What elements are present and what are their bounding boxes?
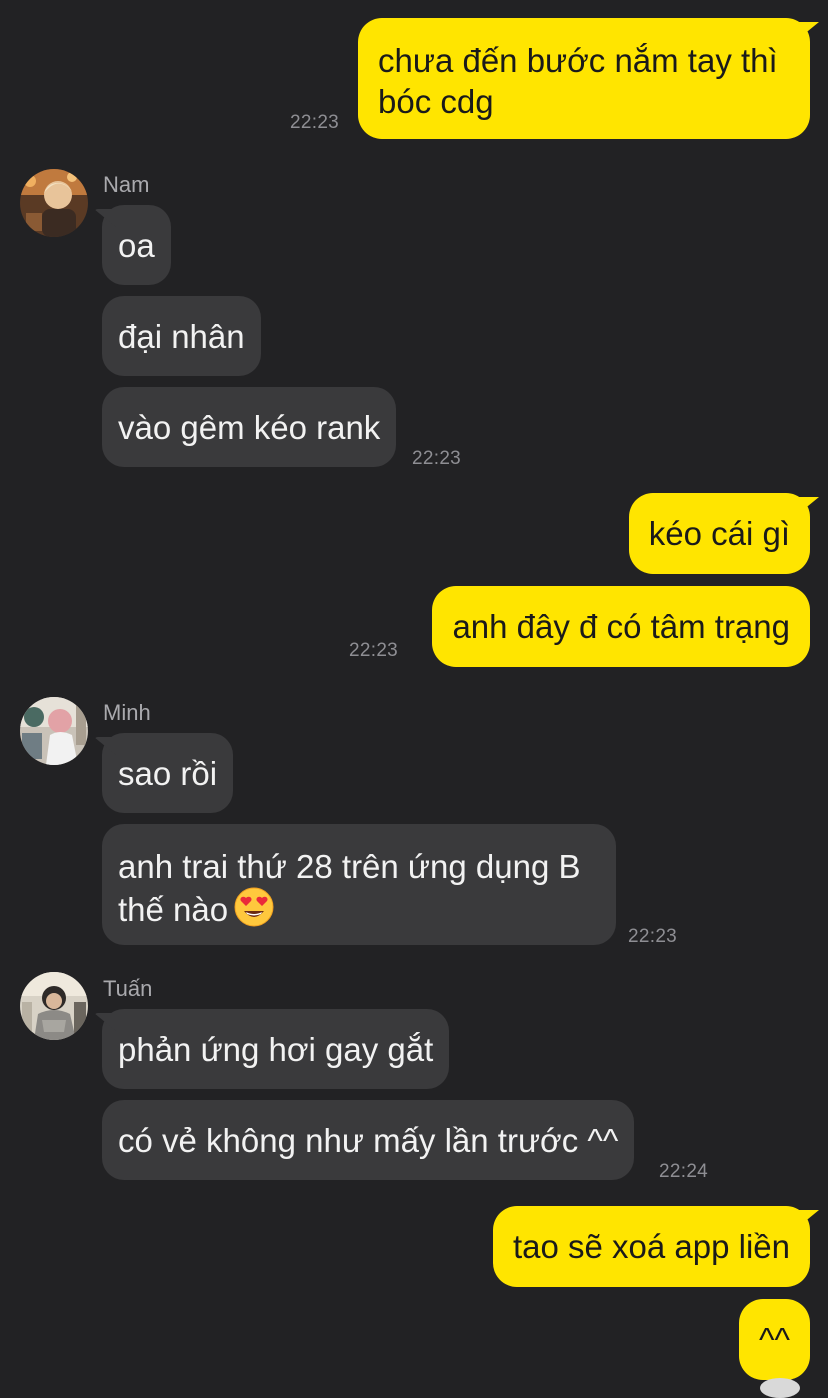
sender-name: Minh xyxy=(103,700,151,725)
timestamp: 22:23 xyxy=(412,448,462,469)
message-bubble-outgoing[interactable]: tao sẽ xoá app liền xyxy=(492,1206,810,1287)
message-text: bóc cdg xyxy=(378,83,494,120)
avatar-photo-icon xyxy=(20,697,88,765)
scroll-indicator xyxy=(760,1378,800,1398)
message-bubble-outgoing[interactable]: kéo cái gì xyxy=(628,493,810,574)
message-bubble-outgoing[interactable]: chưa đến bước nắm tay thì bóc cdg xyxy=(358,18,810,139)
message-bubble-incoming[interactable]: phản ứng hơi gay gắt xyxy=(102,1009,450,1089)
avatar-nam[interactable] xyxy=(20,169,88,237)
avatar-photo-icon xyxy=(20,972,88,1040)
avatar-minh[interactable] xyxy=(20,697,88,765)
message-bubble-incoming[interactable]: oa xyxy=(102,205,171,285)
message-text: anh trai thứ 28 trên ứng dụng B xyxy=(118,848,581,885)
message-bubble-incoming[interactable]: anh trai thứ 28 trên ứng dụng B thế nào xyxy=(102,824,616,945)
sender-name: Nam xyxy=(103,172,150,197)
avatar-tuan[interactable] xyxy=(20,972,88,1040)
message-bubble-incoming[interactable]: đại nhân xyxy=(102,296,261,376)
avatar-photo-icon xyxy=(20,169,88,237)
message-bubble-incoming[interactable]: có vẻ không như mấy lần trước ^^ xyxy=(102,1100,635,1180)
timestamp: 22:24 xyxy=(659,1161,709,1182)
timestamp: 22:23 xyxy=(349,640,399,661)
message-bubble-incoming[interactable]: vào gêm kéo rank xyxy=(102,387,397,467)
message-bubble-outgoing[interactable]: ^^ xyxy=(739,1299,810,1380)
message-bubble-outgoing[interactable]: anh đây đ có tâm trạng xyxy=(432,586,810,667)
heart-eyes-emoji-icon xyxy=(234,887,274,936)
timestamp: 22:23 xyxy=(628,926,678,947)
message-text: thế nào xyxy=(118,887,600,936)
message-text: chưa đến bước nắm tay thì xyxy=(378,42,778,79)
message-bubble-incoming[interactable]: sao rồi xyxy=(102,733,234,813)
sender-name: Tuấn xyxy=(103,976,153,1001)
timestamp: 22:23 xyxy=(290,112,340,133)
